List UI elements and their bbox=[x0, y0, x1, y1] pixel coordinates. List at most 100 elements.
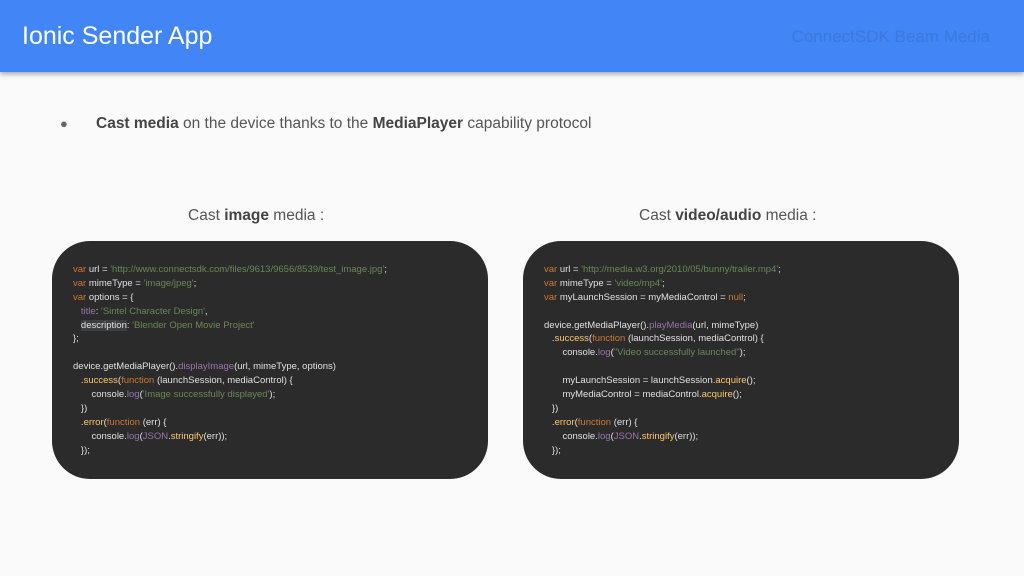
code-token: (err) { bbox=[611, 416, 638, 428]
code-token: 'http://www.connectsdk.com/files/9613/96… bbox=[110, 264, 385, 275]
caption-image-pre: Cast bbox=[188, 207, 225, 224]
code-token: ); bbox=[269, 389, 276, 401]
code-token: myLaunchSession = myMediaControl = bbox=[557, 291, 729, 303]
code-line: var mimeType = 'video/mp4'; bbox=[544, 277, 781, 291]
code-token: (url, mimeType) bbox=[692, 319, 759, 331]
code-token: console. bbox=[73, 430, 127, 442]
code-token: var bbox=[73, 291, 87, 303]
code-token: log bbox=[597, 430, 611, 442]
code-token: 'Image successfully displayed' bbox=[142, 389, 270, 401]
code-token: }); bbox=[544, 444, 561, 456]
code-token: 'Sintel Character Design' bbox=[101, 305, 205, 317]
code-token: , bbox=[204, 305, 208, 317]
code-token: }) bbox=[544, 402, 559, 414]
code-token: console. bbox=[544, 430, 598, 442]
code-line: var options = { bbox=[73, 291, 387, 305]
code-line: console.log(JSON.stringify(err)); bbox=[544, 430, 781, 444]
code-token: (launchSession, mediaControl) { bbox=[154, 375, 293, 387]
code-line: }); bbox=[544, 444, 781, 458]
code-line: description: 'Blender Open Movie Project… bbox=[73, 319, 387, 333]
code-token: displayImage bbox=[178, 361, 235, 373]
code-token: myMediaControl = mediaControl. bbox=[544, 389, 702, 401]
bullet-bold-cast-media: Cast media bbox=[96, 115, 179, 132]
code-token: . bbox=[544, 416, 555, 428]
code-token: console. bbox=[73, 389, 127, 401]
code-token: success bbox=[83, 375, 118, 387]
code-token: url = bbox=[557, 264, 582, 275]
caption-video: Cast video/audio media : bbox=[639, 206, 816, 226]
code-line: myMediaControl = mediaControl.acquire(); bbox=[544, 388, 781, 402]
code-token: title bbox=[80, 305, 96, 317]
code-token: device.getMediaPlayer(). bbox=[544, 319, 650, 331]
code-line: var url = 'http://media.w3.org/2010/05/b… bbox=[544, 263, 781, 277]
code-line: device.getMediaPlayer().playMedia(url, m… bbox=[544, 319, 781, 333]
code-line: }; bbox=[73, 332, 387, 346]
code-token: log bbox=[126, 430, 140, 442]
code-token: 'image/jpeg' bbox=[143, 277, 194, 289]
code-line: }) bbox=[73, 402, 387, 416]
code-token: . bbox=[544, 333, 555, 345]
caption-video-post: media : bbox=[761, 207, 817, 224]
code-token: JSON bbox=[613, 430, 640, 442]
code-token: mimeType = bbox=[86, 277, 144, 289]
code-video-content: var url = 'http://media.w3.org/2010/05/b… bbox=[544, 263, 781, 457]
code-token: }); bbox=[73, 444, 90, 456]
code-token: ; bbox=[778, 264, 781, 275]
code-line: }) bbox=[544, 402, 781, 416]
code-line: }); bbox=[73, 444, 387, 458]
code-token: function bbox=[592, 333, 626, 345]
code-token: . bbox=[73, 416, 84, 428]
code-token: error bbox=[83, 416, 104, 428]
code-token: description bbox=[80, 319, 127, 331]
code-token: var bbox=[544, 291, 558, 303]
code-token: }; bbox=[73, 333, 79, 345]
code-line: var url = 'http://www.connectsdk.com/fil… bbox=[73, 263, 387, 277]
code-token: var bbox=[544, 264, 558, 275]
code-line: .error(function (err) { bbox=[544, 416, 781, 430]
code-token: myLaunchSession = launchSession. bbox=[544, 375, 716, 387]
code-token: }) bbox=[73, 402, 88, 414]
code-token: ; bbox=[384, 264, 387, 275]
code-token: (); bbox=[732, 389, 742, 401]
code-token: 'Blender Open Movie Project' bbox=[132, 319, 255, 331]
page-title: Ionic Sender App bbox=[22, 22, 213, 50]
code-line: myLaunchSession = launchSession.acquire(… bbox=[544, 374, 781, 388]
code-token: var bbox=[73, 264, 87, 275]
code-token: error bbox=[554, 416, 575, 428]
code-token: (err)); bbox=[203, 430, 228, 442]
code-line: .success(function (launchSession, mediaC… bbox=[73, 374, 387, 388]
code-token: ; bbox=[193, 277, 197, 289]
caption-image-bold: image bbox=[224, 207, 269, 224]
code-token: (); bbox=[746, 375, 756, 387]
code-token: (err)); bbox=[674, 430, 699, 442]
code-token: 'http://media.w3.org/2010/05/bunny/trail… bbox=[581, 264, 779, 275]
code-token: acquire bbox=[715, 375, 747, 387]
code-token: success bbox=[554, 333, 589, 345]
code-block-video: var url = 'http://media.w3.org/2010/05/b… bbox=[523, 241, 959, 479]
code-token: playMedia bbox=[649, 319, 693, 331]
bullet-text-1: on the device thanks to the bbox=[178, 115, 373, 132]
caption-video-pre: Cast bbox=[639, 207, 676, 224]
app-header: Ionic Sender App ConnectSDK Beam Media bbox=[0, 0, 1024, 72]
caption-image: Cast image media : bbox=[188, 206, 324, 226]
code-token: var bbox=[73, 277, 87, 289]
code-image-content: var url = 'http://www.connectsdk.com/fil… bbox=[73, 263, 387, 457]
code-token: function bbox=[121, 375, 155, 387]
caption-video-bold: video/audio bbox=[675, 207, 762, 224]
code-line: title: 'Sintel Character Design', bbox=[73, 305, 387, 319]
bullet-bold-mediaplayer: MediaPlayer bbox=[372, 115, 464, 132]
code-token: "Video successfully launched" bbox=[613, 347, 740, 359]
code-token: options = { bbox=[86, 291, 134, 303]
code-token: function bbox=[577, 416, 612, 428]
code-token: var bbox=[544, 277, 558, 289]
code-line: var myLaunchSession = myMediaControl = n… bbox=[544, 291, 781, 305]
code-token: (err) { bbox=[140, 416, 167, 428]
code-token: (url, mimeType, options) bbox=[234, 361, 336, 373]
code-token: mimeType = bbox=[557, 277, 615, 289]
code-token: stringify bbox=[641, 430, 675, 442]
